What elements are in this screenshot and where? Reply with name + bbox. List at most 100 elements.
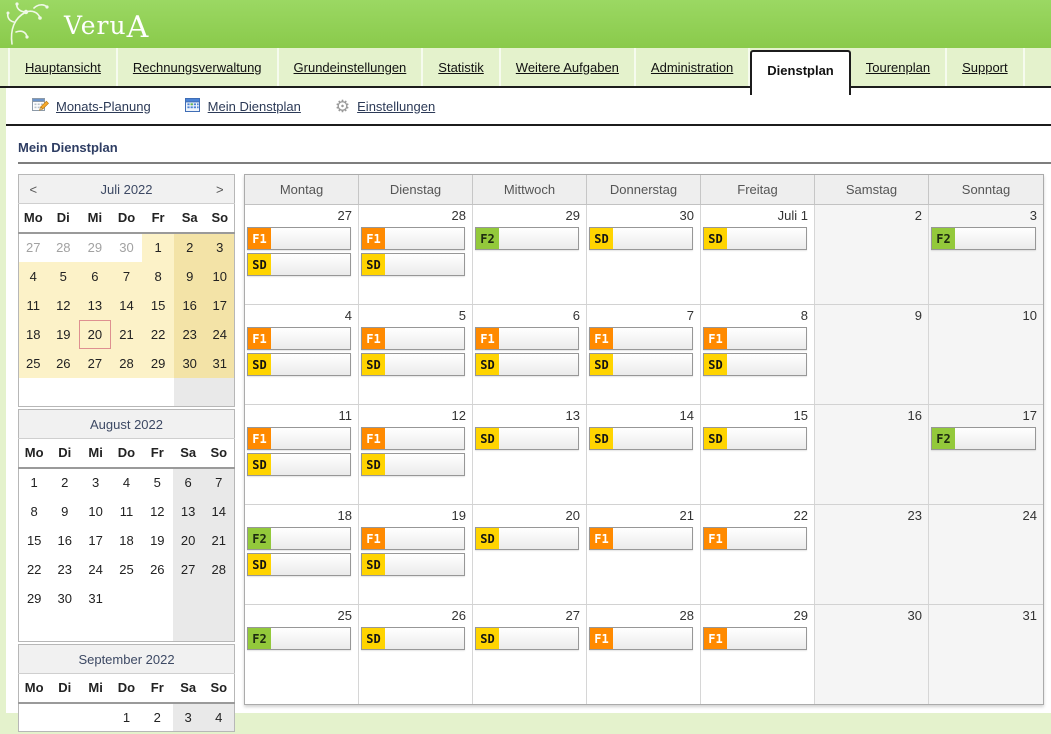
mini-day-cell[interactable]: 11 [19, 291, 48, 320]
mini-day-cell[interactable]: 19 [48, 320, 80, 349]
mini-day-cell[interactable]: 1 [19, 468, 50, 497]
mini-day-cell[interactable]: 28 [48, 233, 80, 262]
shift-entry-f2[interactable]: F2 [247, 527, 351, 550]
shift-entry-sd[interactable]: SD [703, 427, 807, 450]
mini-day-cell[interactable]: 8 [142, 262, 174, 291]
mini-day-cell[interactable]: 30 [174, 349, 206, 378]
mini-day-cell[interactable]: 8 [19, 497, 50, 526]
mini-day-cell[interactable]: 30 [49, 584, 80, 613]
shift-entry-f1[interactable]: F1 [247, 227, 351, 250]
mini-day-cell[interactable]: 20 [173, 526, 204, 555]
tab-rechnungsverwaltung[interactable]: Rechnungsverwaltung [118, 48, 279, 86]
tab-support[interactable]: Support [947, 48, 1025, 86]
mini-day-cell[interactable]: 24 [206, 320, 235, 349]
mini-day-cell[interactable]: 14 [204, 497, 235, 526]
mini-day-cell[interactable]: 13 [173, 497, 204, 526]
mini-day-cell[interactable]: 11 [111, 497, 142, 526]
shift-entry-sd[interactable]: SD [589, 353, 693, 376]
mini-day-cell[interactable]: 1 [111, 703, 142, 732]
shift-entry-f1[interactable]: F1 [247, 427, 351, 450]
mini-day-cell[interactable]: 21 [204, 526, 235, 555]
shift-entry-sd[interactable]: SD [247, 453, 351, 476]
mini-day-cell[interactable]: 27 [19, 233, 48, 262]
mini-day-cell[interactable]: 16 [49, 526, 80, 555]
shift-entry-f1[interactable]: F1 [361, 327, 465, 350]
shift-entry-f1[interactable]: F1 [247, 327, 351, 350]
shift-entry-f1[interactable]: F1 [361, 427, 465, 450]
mini-day-cell[interactable]: 7 [111, 262, 143, 291]
shift-entry-f1[interactable]: F1 [361, 227, 465, 250]
mini-day-cell[interactable]: 2 [174, 233, 206, 262]
mini-day-cell[interactable]: 28 [111, 349, 143, 378]
mini-day-cell[interactable]: 1 [142, 233, 174, 262]
shift-entry-sd[interactable]: SD [475, 353, 579, 376]
mini-day-cell[interactable]: 12 [48, 291, 80, 320]
mini-day-cell[interactable]: 15 [19, 526, 50, 555]
mini-day-cell[interactable]: 24 [80, 555, 111, 584]
shift-entry-sd[interactable]: SD [703, 353, 807, 376]
shift-entry-sd[interactable]: SD [247, 253, 351, 276]
mini-day-cell[interactable]: 26 [142, 555, 173, 584]
mini-day-cell[interactable]: 27 [79, 349, 111, 378]
mini-day-cell[interactable]: 13 [79, 291, 111, 320]
shift-entry-sd[interactable]: SD [247, 353, 351, 376]
shift-entry-f1[interactable]: F1 [589, 627, 693, 650]
mini-day-cell[interactable]: 22 [19, 555, 50, 584]
tab-weitere-aufgaben[interactable]: Weitere Aufgaben [501, 48, 636, 86]
mini-day-cell[interactable]: 27 [173, 555, 204, 584]
mini-day-cell[interactable]: 19 [142, 526, 173, 555]
shift-entry-sd[interactable]: SD [361, 627, 465, 650]
mini-day-cell[interactable]: 25 [111, 555, 142, 584]
shift-entry-f1[interactable]: F1 [703, 327, 807, 350]
mini-day-cell[interactable]: 31 [80, 584, 111, 613]
shift-entry-sd[interactable]: SD [589, 227, 693, 250]
mini-day-cell[interactable]: 29 [79, 233, 111, 262]
shift-entry-sd[interactable]: SD [361, 553, 465, 576]
next-month-button[interactable]: > [206, 175, 235, 204]
shift-entry-f1[interactable]: F1 [589, 527, 693, 550]
mini-day-cell[interactable]: 4 [19, 262, 48, 291]
mini-day-cell[interactable]: 22 [142, 320, 174, 349]
mini-day-cell[interactable]: 28 [204, 555, 235, 584]
mini-day-cell[interactable]: 23 [174, 320, 206, 349]
shift-entry-f1[interactable]: F1 [475, 327, 579, 350]
tab-statistik[interactable]: Statistik [423, 48, 501, 86]
mini-day-cell[interactable]: 5 [48, 262, 80, 291]
mini-day-cell[interactable]: 4 [204, 703, 235, 732]
mini-day-cell[interactable]: 25 [19, 349, 48, 378]
shift-entry-sd[interactable]: SD [361, 253, 465, 276]
mini-day-cell[interactable]: 21 [111, 320, 143, 349]
mini-day-cell[interactable]: 31 [206, 349, 235, 378]
tab-grundeinstellungen[interactable]: Grundeinstellungen [279, 48, 424, 86]
shift-entry-sd[interactable]: SD [475, 427, 579, 450]
mini-day-cell[interactable]: 2 [142, 703, 173, 732]
shift-entry-f2[interactable]: F2 [475, 227, 579, 250]
toolbar-item-monats-planung[interactable]: Monats-Planung [32, 97, 151, 116]
prev-month-button[interactable]: < [19, 175, 48, 204]
mini-day-cell[interactable]: 14 [111, 291, 143, 320]
mini-day-cell[interactable]: 20 [79, 320, 111, 349]
shift-entry-sd[interactable]: SD [361, 453, 465, 476]
tab-hauptansicht[interactable]: Hauptansicht [8, 48, 118, 86]
mini-day-cell[interactable]: 3 [80, 468, 111, 497]
mini-day-cell[interactable]: 29 [142, 349, 174, 378]
tab-dienstplan[interactable]: Dienstplan [750, 50, 850, 95]
toolbar-item-mein-dienstplan[interactable]: Mein Dienstplan [185, 97, 301, 116]
mini-day-cell[interactable]: 4 [111, 468, 142, 497]
mini-day-cell[interactable]: 9 [174, 262, 206, 291]
mini-day-cell[interactable]: 17 [80, 526, 111, 555]
mini-day-cell[interactable]: 10 [206, 262, 235, 291]
shift-entry-sd[interactable]: SD [475, 527, 579, 550]
mini-day-cell[interactable]: 23 [49, 555, 80, 584]
tab-administration[interactable]: Administration [636, 48, 750, 86]
mini-day-cell[interactable]: 10 [80, 497, 111, 526]
shift-entry-f2[interactable]: F2 [931, 427, 1036, 450]
mini-day-cell[interactable]: 16 [174, 291, 206, 320]
shift-entry-f1[interactable]: F1 [361, 527, 465, 550]
mini-day-cell[interactable]: 3 [206, 233, 235, 262]
toolbar-item-einstellungen[interactable]: ⚙Einstellungen [335, 98, 435, 115]
mini-day-cell[interactable]: 7 [204, 468, 235, 497]
shift-entry-sd[interactable]: SD [475, 627, 579, 650]
mini-day-cell[interactable]: 17 [206, 291, 235, 320]
mini-day-cell[interactable]: 29 [19, 584, 50, 613]
